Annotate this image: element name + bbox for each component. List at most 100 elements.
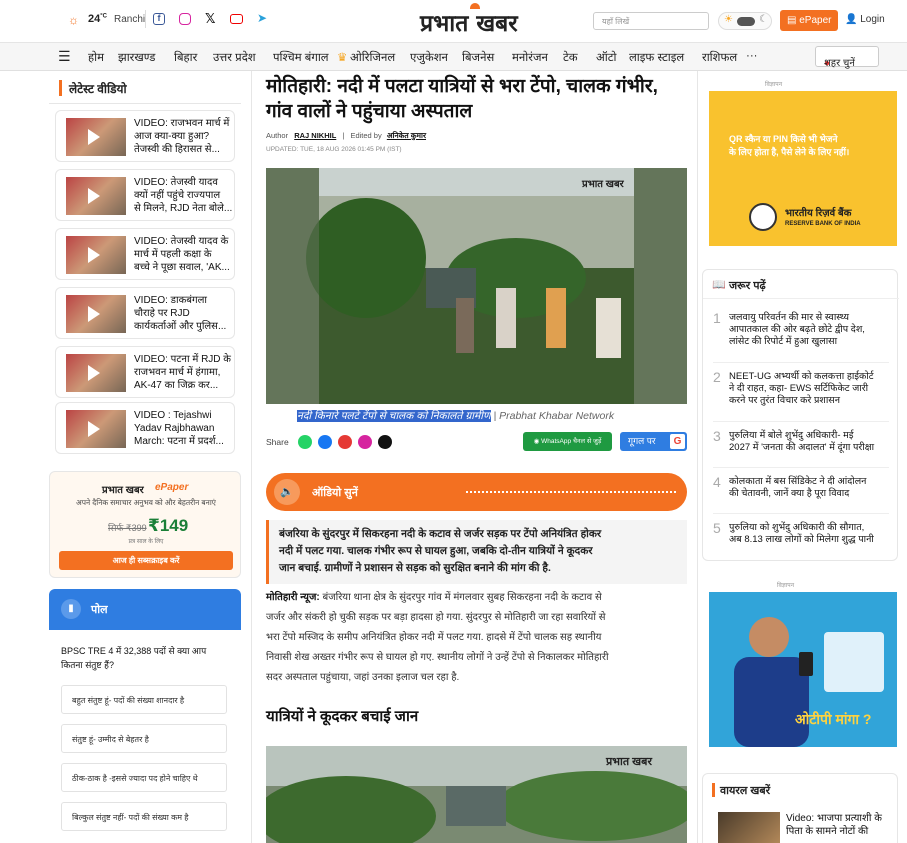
divider [713, 467, 889, 468]
nav-item-rashifal[interactable]: राशिफल [702, 50, 737, 65]
video-title[interactable]: VIDEO: राजभवन मार्च में आज क्या-क्या हुआ?… [134, 117, 234, 156]
column-divider [251, 71, 252, 843]
latest-videos-title: लेटेस्ट वीडियो [69, 82, 127, 96]
poll-header: ▮ पोल [49, 589, 241, 630]
nav-item-bihar[interactable]: बिहार [174, 50, 197, 65]
search-input[interactable]: यहाँ लिखें [593, 12, 709, 30]
nav-item-up[interactable]: उत्तर प्रदेश [213, 50, 256, 65]
nav-item-lifestyle[interactable]: लाइफ स्टाइल [629, 50, 684, 65]
search-placeholder: यहाँ लिखें [602, 17, 630, 26]
video-item[interactable]: VIDEO: तेजस्वी यादव क्यों नहीं पहुंचे राज… [55, 169, 235, 221]
promo-epaper-label: ePaper [155, 482, 189, 493]
second-article-image[interactable]: प्रभात खबर [266, 746, 687, 843]
instagram-share-icon[interactable] [358, 435, 372, 449]
viral-thumbnail[interactable] [718, 812, 780, 843]
price-period: प्रत्र साल के लिए [128, 539, 164, 545]
nav-item-bengal[interactable]: पश्चिम बंगाल [273, 50, 329, 65]
video-thumbnail-play-icon[interactable] [66, 354, 126, 392]
rank-number: 2 [713, 369, 721, 385]
video-title-line: VIDEO : Tejashwi [134, 410, 212, 421]
rbi-advertisement[interactable]: QR स्कैन या PIN किसे भी भेजने के लिए होत… [709, 91, 897, 246]
x-share-icon[interactable] [378, 435, 392, 449]
video-title[interactable]: VIDEO: डाकबंगला चौराहे पर RJD कार्यकर्ताओं… [134, 294, 234, 333]
audio-player[interactable]: 🔈 ऑडियो सुनें [266, 473, 687, 511]
telegram-icon[interactable]: ➤ [257, 11, 267, 25]
video-title[interactable]: VIDEO : Tejashwi Yadav Rajbhawan March: पट… [134, 409, 234, 448]
poll-option[interactable]: संतुष्ट हूं- उम्मीद से बेहतर है [61, 724, 227, 753]
epaper-button[interactable]: ▤ ePaper [780, 10, 838, 31]
x-icon[interactable]: 𝕏 [205, 11, 215, 27]
must-read-headline[interactable]: पुरुलिया को शुभेंदु अधिकारी की सौगात, अब … [729, 522, 889, 546]
ad-label: विज्ञापन [777, 583, 795, 589]
video-title-line: VIDEO: तेजस्वी यादव [134, 177, 218, 188]
video-item[interactable]: VIDEO: तेजस्वी यादव के मार्च में पहली कक्… [55, 228, 235, 280]
city-name: Ranchi [114, 14, 146, 25]
must-read-headline[interactable]: कोलकाता में बस सिंडिकेट ने दी आंदोलन की च… [729, 476, 889, 500]
video-item[interactable]: VIDEO : Tejashwi Yadav Rajbhawan March: पट… [55, 402, 235, 454]
video-thumbnail-play-icon[interactable] [66, 118, 126, 156]
video-title[interactable]: VIDEO: तेजस्वी यादव क्यों नहीं पहुंचे राज… [134, 176, 234, 215]
city-select-button[interactable]: ● शहर चुनें [815, 46, 879, 69]
nav-item-education[interactable]: एजुकेशन [410, 50, 448, 65]
viral-headline[interactable]: Video: भाजपा प्रत्याशी के पिता के सामने … [786, 812, 882, 838]
video-item[interactable]: VIDEO: पटना में RJD के राजभवन मार्च में ह… [55, 346, 235, 398]
weather-icon: ☼ [68, 13, 79, 27]
epaper-promo[interactable]: प्रभात खबर ePaper अपने दैनिक समाचार अनुभ… [49, 471, 241, 578]
must-read-headline[interactable]: जलवायु परिवर्तन की मार से स्वास्थ्य आपातक… [729, 312, 889, 348]
video-thumbnail-play-icon[interactable] [66, 177, 126, 215]
must-read-headline[interactable]: NEET-UG अभ्यर्थी को कलकत्ता हाईकोर्ट ने द… [729, 371, 889, 407]
headline-line: आपातकाल की ओर बढ़ते छोटे द्वीप देश, [729, 324, 865, 335]
video-title-line: मार्च में पहली कक्षा के [134, 249, 212, 260]
whatsapp-share-icon[interactable] [298, 435, 312, 449]
river-scene-image [266, 168, 687, 404]
rbi-name-en: RESERVE BANK OF INDIA [785, 221, 861, 227]
video-title[interactable]: VIDEO: तेजस्वी यादव के मार्च में पहली कक्… [134, 235, 234, 274]
body-line: सदर अस्पताल पहुंचाया, जहां उनका इलाज चल … [266, 672, 460, 683]
otp-advertisement[interactable]: ओटीपी मांगा ? [709, 592, 897, 747]
poll-option[interactable]: ठीक-ठाक है -इससे ज्यादा पद होने चाहिए थे [61, 763, 227, 792]
theme-toggle[interactable]: ☀ ☾ [718, 12, 772, 30]
video-thumbnail-play-icon[interactable] [66, 236, 126, 274]
login-button[interactable]: 👤 Login [845, 14, 885, 25]
video-thumbnail-play-icon[interactable] [66, 295, 126, 333]
byline: Author RAJ NIKHIL | Edited by अनिकेत कुम… [266, 131, 427, 140]
more-icon[interactable]: ··· [746, 50, 758, 62]
nav-item-home[interactable]: होम [88, 50, 104, 65]
video-item[interactable]: VIDEO: राजभवन मार्च में आज क्या-क्या हुआ?… [55, 110, 235, 162]
article-image[interactable]: प्रभात खबर [266, 168, 687, 404]
site-logo[interactable]: प्रभात खबर [420, 6, 518, 38]
nav-item-auto[interactable]: ऑटो [596, 50, 617, 65]
editor-name[interactable]: अनिकेत कुमार [387, 131, 426, 140]
video-item[interactable]: VIDEO: डाकबंगला चौराहे पर RJD कार्यकर्ताओं… [55, 287, 235, 339]
nav-item-original[interactable]: ओरिजिनल [350, 50, 395, 65]
instagram-icon[interactable] [179, 13, 191, 25]
city-select-label: शहर चुनें [824, 58, 855, 69]
youtube-icon[interactable] [230, 14, 243, 24]
whatsapp-channel-button[interactable]: ◉ WhatsApp चैनल से जुड़ें [523, 432, 612, 451]
nav-item-tech[interactable]: टेक [563, 50, 578, 65]
video-thumbnail-play-icon[interactable] [66, 410, 126, 448]
speaker-icon[interactable]: 🔈 [274, 479, 300, 505]
video-title[interactable]: VIDEO: पटना में RJD के राजभवन मार्च में ह… [134, 353, 234, 392]
rbi-emblem-icon [749, 203, 777, 231]
column-divider [697, 71, 698, 843]
toggle-switch [737, 17, 755, 26]
audio-progress[interactable] [466, 491, 676, 493]
nav-item-business[interactable]: बिजनेस [462, 50, 494, 65]
poll-question-line: कितना संतुष्ट हैं? [61, 660, 114, 670]
facebook-share-icon[interactable] [318, 435, 332, 449]
menu-hamburger-icon[interactable]: ☰ [58, 48, 71, 65]
subscribe-button[interactable]: आज ही सब्सक्राइब करें [59, 551, 233, 570]
nav-item-jharkhand[interactable]: झारखण्ड [118, 50, 155, 65]
link-share-icon[interactable] [338, 435, 352, 449]
video-title-line: चौराहे पर RJD [134, 308, 190, 319]
facebook-icon[interactable]: f [153, 13, 165, 25]
headline-line: NEET-UG अभ्यर्थी को कलकत्ता हाईकोर्ट [729, 371, 874, 382]
nav-item-entertainment[interactable]: मनोरंजन [512, 50, 548, 65]
google-follow-button[interactable]: गूगल पर G [620, 432, 687, 451]
poll-option[interactable]: बिल्कुल संतुष्ट नहीं- पदों की संख्या कम … [61, 802, 227, 831]
google-icon: G [670, 434, 685, 449]
poll-option[interactable]: बहुत संतुष्ट हूं- पदों की संख्या शानदार … [61, 685, 227, 714]
author-name[interactable]: RAJ NIKHIL [294, 131, 336, 140]
must-read-headline[interactable]: पुरुलिया में बोले शुभेंदु अधिकारी- मई 202… [729, 430, 889, 454]
